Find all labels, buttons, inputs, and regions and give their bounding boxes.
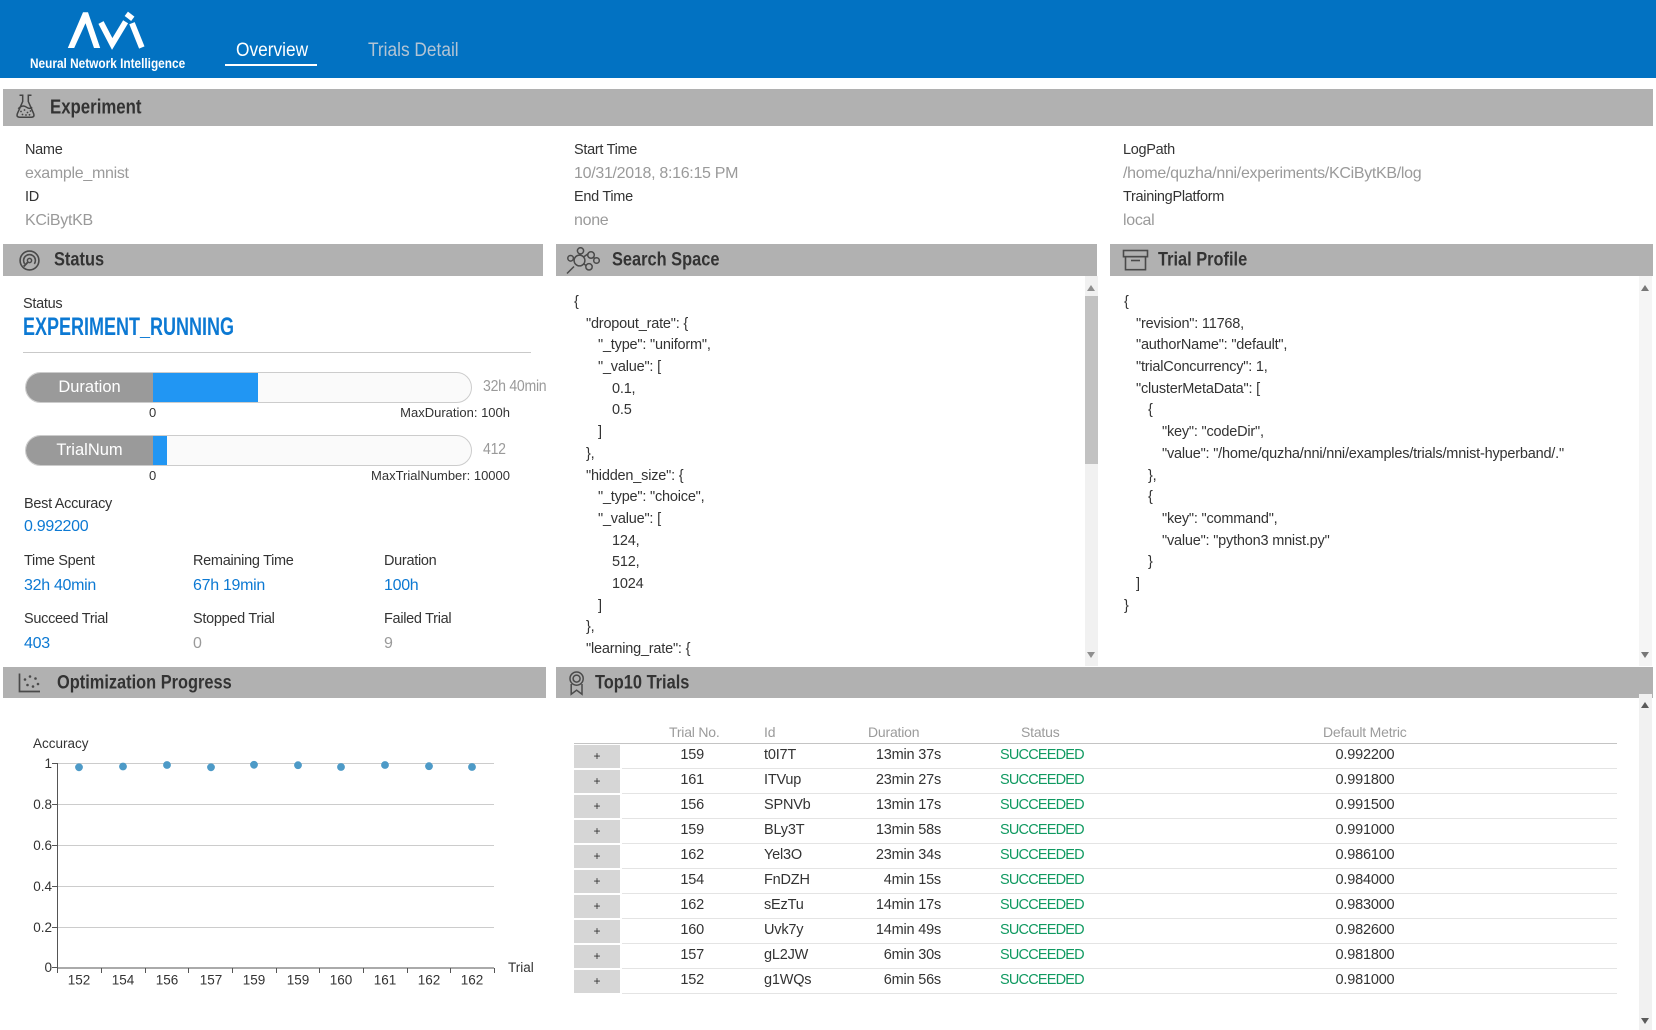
- svg-text:0.8: 0.8: [33, 797, 52, 812]
- svg-text:157: 157: [200, 973, 223, 988]
- svg-text:Accuracy: Accuracy: [33, 736, 89, 751]
- svg-text:0: 0: [44, 960, 52, 975]
- svg-text:1: 1: [44, 756, 52, 771]
- svg-text:159: 159: [287, 973, 310, 988]
- svg-text:0.2: 0.2: [33, 920, 52, 935]
- svg-text:0.6: 0.6: [33, 838, 52, 853]
- svg-text:156: 156: [156, 973, 179, 988]
- svg-text:Trial: Trial: [508, 960, 534, 975]
- svg-text:160: 160: [330, 973, 353, 988]
- svg-text:152: 152: [68, 973, 91, 988]
- svg-text:162: 162: [418, 973, 441, 988]
- svg-text:159: 159: [243, 973, 266, 988]
- svg-text:154: 154: [112, 973, 135, 988]
- svg-text:162: 162: [461, 973, 484, 988]
- svg-text:161: 161: [374, 973, 397, 988]
- svg-text:0.4: 0.4: [33, 879, 52, 894]
